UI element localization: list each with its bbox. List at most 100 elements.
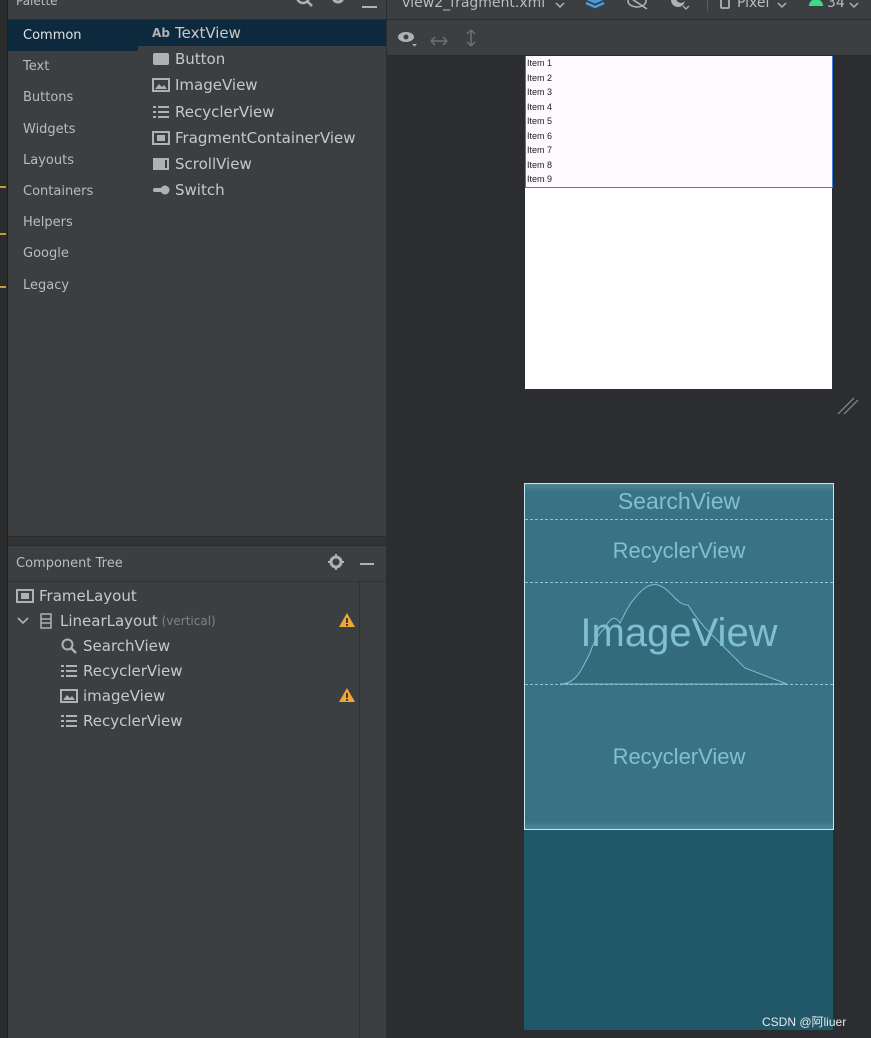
- gear-icon[interactable]: [328, 554, 344, 575]
- night-mode-icon[interactable]: [669, 0, 691, 14]
- component-label: FragmentContainerView: [175, 128, 356, 147]
- palette-title: Palette: [16, 0, 58, 8]
- left-edge-strip: [0, 0, 8, 1038]
- blueprint-searchview[interactable]: SearchView: [525, 484, 833, 520]
- search-icon: [60, 638, 78, 654]
- chevron-down-icon[interactable]: [16, 616, 30, 625]
- tree-node-label: FrameLayout: [39, 586, 137, 605]
- tree-warning-column: [359, 582, 386, 1038]
- list-icon: [152, 105, 170, 119]
- component-tree-title: Component Tree: [16, 556, 123, 571]
- list-item: Item 6: [527, 130, 553, 141]
- category-text[interactable]: Text: [8, 51, 138, 82]
- tree-node-label: RecyclerView: [83, 711, 183, 730]
- blueprint-recyclerview[interactable]: RecyclerView: [525, 520, 833, 583]
- component-imageview[interactable]: ImageView: [138, 72, 386, 98]
- chevron-down-icon[interactable]: [555, 0, 565, 14]
- component-switch[interactable]: Switch: [138, 177, 386, 203]
- editor-toolbar: view2_fragment.xml Pixel 34: [387, 0, 871, 20]
- category-legacy[interactable]: Legacy: [8, 270, 138, 301]
- design-toolbar: [387, 20, 871, 56]
- palette-component-list: Ab TextView Button ImageView RecyclerVie…: [138, 20, 386, 203]
- eye-icon[interactable]: [397, 30, 419, 52]
- component-label: Switch: [175, 181, 225, 200]
- component-tree-panel: Component Tree FrameLayout LinearLayout …: [8, 546, 386, 1038]
- category-containers[interactable]: Containers: [8, 176, 138, 207]
- component-label: Button: [175, 50, 226, 69]
- component-button[interactable]: Button: [138, 46, 386, 72]
- list-item: Item 1: [527, 58, 553, 68]
- tree-node-label: RecyclerView: [83, 661, 183, 680]
- category-buttons[interactable]: Buttons: [8, 82, 138, 113]
- category-widgets[interactable]: Widgets: [8, 114, 138, 145]
- component-fragmentcontainerview[interactable]: FragmentContainerView: [138, 125, 386, 151]
- component-label: TextView: [175, 24, 241, 43]
- gear-icon[interactable]: [330, 0, 346, 12]
- tree-node-framelayout[interactable]: FrameLayout: [16, 583, 137, 608]
- tree-node-recyclerview[interactable]: RecyclerView: [60, 708, 183, 733]
- component-label: ScrollView: [175, 155, 252, 174]
- category-google[interactable]: Google: [8, 238, 138, 269]
- palette-panel: Palette Common Text Buttons Widgets Layo…: [8, 0, 386, 536]
- list-item: Item 7: [527, 145, 553, 155]
- component-scrollview[interactable]: ScrollView: [138, 151, 386, 177]
- tree-node-searchview[interactable]: SearchView: [60, 633, 170, 658]
- tree-node-orientation: (vertical): [161, 613, 216, 628]
- list-item: Item 3: [527, 87, 553, 97]
- framelayout-icon: [16, 588, 34, 603]
- switch-icon: [152, 183, 170, 197]
- horizontal-arrows-icon[interactable]: [429, 32, 449, 51]
- no-eye-icon[interactable]: [627, 0, 653, 14]
- list-icon: [60, 664, 78, 678]
- divider: [707, 0, 709, 15]
- linearlayout-vertical-icon: [37, 612, 55, 629]
- fragment-icon: [152, 130, 170, 145]
- preview-recyclerview[interactable]: Item 1 Item 2 Item 3 Item 4 Item 5 Item …: [525, 56, 833, 188]
- list-item: Item 8: [527, 159, 553, 170]
- component-label: ImageView: [175, 76, 258, 95]
- component-textview[interactable]: Ab TextView: [138, 20, 386, 47]
- category-layouts[interactable]: Layouts: [8, 145, 138, 176]
- warning-icon[interactable]: [338, 687, 356, 707]
- android-icon: [807, 0, 825, 12]
- resize-handle-icon[interactable]: [836, 396, 860, 420]
- tree-node-linearlayout[interactable]: LinearLayout (vertical): [16, 608, 216, 633]
- warning-icon[interactable]: [338, 612, 356, 632]
- image-icon: [152, 78, 170, 93]
- category-common[interactable]: Common: [8, 20, 138, 52]
- blueprint-imageview-label: ImageView: [580, 611, 778, 655]
- component-label: RecyclerView: [175, 102, 275, 121]
- watermark: CSDN @阿liuer: [762, 1015, 847, 1029]
- gutter-marker: [0, 286, 6, 288]
- minimize-icon[interactable]: [362, 0, 378, 16]
- minimize-icon[interactable]: [360, 563, 374, 565]
- layers-icon[interactable]: [585, 0, 611, 14]
- textview-icon: Ab: [152, 26, 170, 41]
- tree-node-recyclerview[interactable]: RecyclerView: [60, 658, 183, 683]
- tree-node-label: SearchView: [83, 636, 171, 655]
- vertical-arrows-icon[interactable]: [465, 28, 477, 52]
- blueprint-imageview[interactable]: ImageView: [525, 583, 833, 685]
- tree-node-imageview[interactable]: imageView: [60, 683, 165, 708]
- list-item: Item 2: [527, 72, 553, 83]
- category-helpers[interactable]: Helpers: [8, 207, 138, 238]
- component-tree-header: Component Tree: [8, 546, 386, 582]
- tree-node-label: imageView: [83, 686, 166, 705]
- file-tab[interactable]: view2_fragment.xml: [402, 0, 545, 11]
- search-icon[interactable]: [296, 0, 314, 12]
- blueprint-recyclerview[interactable]: RecyclerView: [525, 685, 833, 829]
- chevron-down-icon[interactable]: [849, 0, 859, 14]
- image-icon: [60, 688, 78, 703]
- component-recyclerview[interactable]: RecyclerView: [138, 99, 386, 125]
- tree-node-label: LinearLayout: [60, 611, 158, 630]
- list-item: Item 5: [527, 116, 553, 126]
- device-selector[interactable]: Pixel: [737, 0, 769, 11]
- scrollview-icon: [152, 157, 170, 171]
- api-level-selector[interactable]: 34: [827, 0, 845, 11]
- palette-category-list: Common Text Buttons Widgets Layouts Cont…: [8, 20, 138, 301]
- chevron-down-icon[interactable]: [777, 0, 787, 14]
- button-icon: [152, 52, 170, 66]
- panel-splitter[interactable]: [8, 536, 386, 546]
- palette-header: Palette: [8, 0, 386, 20]
- phone-icon: [720, 0, 730, 14]
